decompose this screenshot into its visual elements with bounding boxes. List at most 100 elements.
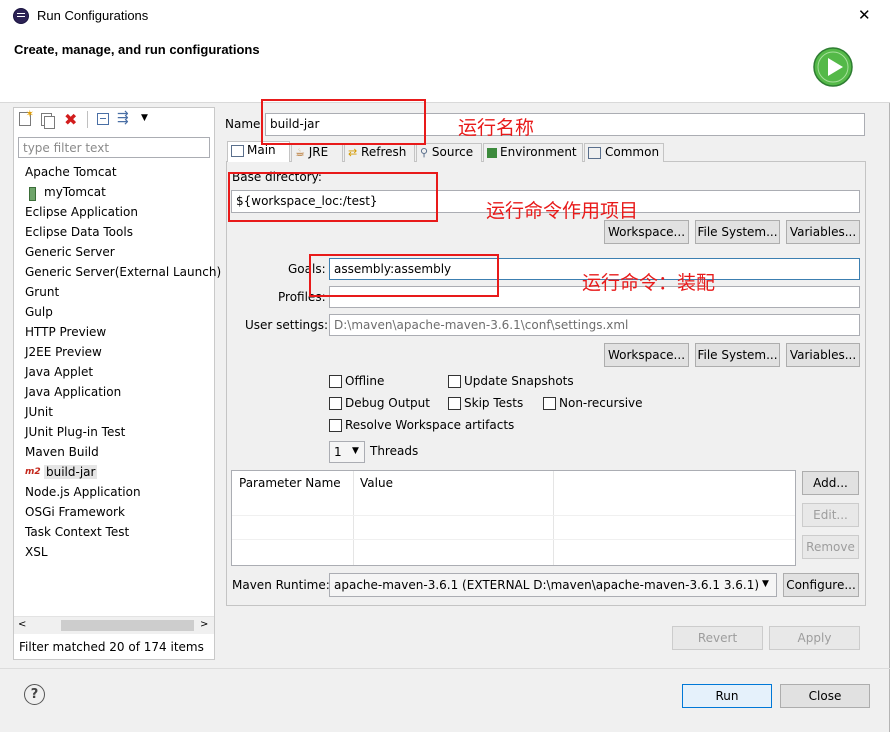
- chevron-down-icon: ▼: [352, 446, 359, 456]
- user-settings-input[interactable]: D:\maven\apache-maven-3.6.1\conf\setting…: [329, 314, 860, 336]
- filesystem-button-2[interactable]: File System...: [695, 343, 780, 367]
- tab-refresh[interactable]: ⇄ Refresh: [344, 143, 415, 162]
- debug-output-checkbox[interactable]: [329, 397, 342, 410]
- debug-output-label[interactable]: Debug Output: [345, 396, 430, 410]
- tab-environment-label: Environment: [500, 145, 577, 159]
- offline-label[interactable]: Offline: [345, 374, 384, 388]
- sidebar-item-label: J2EE Preview: [25, 345, 102, 359]
- chevron-down-icon[interactable]: ▼: [141, 113, 148, 123]
- scroll-left-icon[interactable]: <: [18, 619, 26, 630]
- delete-icon[interactable]: ✖: [64, 110, 77, 129]
- name-label: Name: [225, 117, 261, 131]
- apply-button[interactable]: Apply: [769, 626, 860, 650]
- toolbar-divider: [87, 111, 88, 128]
- sidebar-item-grunt[interactable]: Grunt: [25, 285, 59, 299]
- footer-separator: [0, 668, 890, 669]
- annotation-box-goals: [309, 254, 499, 297]
- annotation-base-dir-text: 运行命令作用项目: [486, 200, 639, 222]
- sidebar-item-eclipse-data-tools[interactable]: Eclipse Data Tools: [25, 225, 133, 239]
- run-icon: [812, 46, 854, 91]
- runtime-label: Maven Runtime:: [232, 578, 330, 592]
- annotation-box-name: [261, 99, 426, 145]
- runtime-select[interactable]: apache-maven-3.6.1 (EXTERNAL D:\maven\ap…: [329, 573, 777, 597]
- help-icon[interactable]: ?: [24, 684, 45, 705]
- update-snapshots-checkbox[interactable]: [448, 375, 461, 388]
- sidebar-item-mytomcat[interactable]: myTomcat: [29, 185, 106, 201]
- sidebar-item-label: Apache Tomcat: [25, 165, 117, 179]
- sidebar-item-label: Generic Server: [25, 245, 115, 259]
- common-tab-icon: [588, 146, 601, 159]
- sidebar-item-osgi-framework[interactable]: OSGi Framework: [25, 505, 125, 519]
- sidebar-item-generic-server-external-launch[interactable]: Generic Server(External Launch): [25, 265, 221, 279]
- run-button[interactable]: Run: [682, 684, 772, 708]
- sidebar-item-node-js-application[interactable]: Node.js Application: [25, 485, 141, 499]
- param-value-header[interactable]: Value: [360, 476, 393, 490]
- sidebar-item-junit-plug-in-test[interactable]: JUnit Plug-in Test: [25, 425, 125, 439]
- sidebar-item-j2ee-preview[interactable]: J2EE Preview: [25, 345, 102, 359]
- sidebar-item-xsl[interactable]: XSL: [25, 545, 48, 559]
- sidebar-item-label: Eclipse Data Tools: [25, 225, 133, 239]
- threads-select[interactable]: 1 ▼: [329, 441, 365, 463]
- sidebar-item-java-application[interactable]: Java Application: [25, 385, 121, 399]
- tab-refresh-label: Refresh: [361, 145, 407, 159]
- param-name-header[interactable]: Parameter Name: [239, 476, 341, 490]
- sidebar-item-label: XSL: [25, 545, 48, 559]
- sidebar-item-task-context-test[interactable]: Task Context Test: [25, 525, 129, 539]
- tab-jre[interactable]: ☕ JRE: [291, 143, 343, 162]
- revert-button[interactable]: Revert: [672, 626, 763, 650]
- sidebar-item-label: myTomcat: [44, 185, 106, 199]
- variables-button-1[interactable]: Variables...: [786, 220, 860, 244]
- sidebar-item-label: HTTP Preview: [25, 325, 107, 339]
- remove-button[interactable]: Remove: [802, 535, 859, 559]
- dialog-header: Create, manage, and run configurations: [0, 32, 890, 103]
- sidebar-hscrollbar[interactable]: < >: [14, 616, 214, 634]
- skip-tests-checkbox[interactable]: [448, 397, 461, 410]
- duplicate-config-icon[interactable]: [41, 113, 55, 129]
- sidebar-item-label: Maven Build: [25, 445, 99, 459]
- resolve-workspace-checkbox[interactable]: [329, 419, 342, 432]
- sidebar-item-gulp[interactable]: Gulp: [25, 305, 53, 319]
- sidebar-item-junit[interactable]: JUnit: [25, 405, 53, 419]
- sidebar-item-maven-build[interactable]: Maven Build: [25, 445, 99, 459]
- col-divider-1: [353, 471, 354, 565]
- tab-environment[interactable]: Environment: [483, 143, 583, 162]
- non-recursive-label[interactable]: Non-recursive: [559, 396, 643, 410]
- annotation-box-base-dir: [228, 172, 438, 222]
- scrollbar-thumb[interactable]: [61, 620, 194, 631]
- filter-status: Filter matched 20 of 174 items: [19, 640, 204, 654]
- user-settings-label: User settings:: [245, 318, 329, 332]
- runtime-value: apache-maven-3.6.1 (EXTERNAL D:\maven\ap…: [334, 578, 760, 592]
- close-button[interactable]: Close: [780, 684, 870, 708]
- workspace-button-2[interactable]: Workspace...: [604, 343, 689, 367]
- sidebar-item-eclipse-application[interactable]: Eclipse Application: [25, 205, 138, 219]
- new-config-icon[interactable]: ✶: [19, 109, 34, 126]
- offline-checkbox[interactable]: [329, 375, 342, 388]
- tab-source-label: Source: [431, 145, 474, 159]
- non-recursive-checkbox[interactable]: [543, 397, 556, 410]
- sidebar-item-build-jar[interactable]: m2 build-jar: [25, 465, 98, 479]
- variables-button-2[interactable]: Variables...: [786, 343, 860, 367]
- close-icon[interactable]: ✕: [858, 6, 871, 24]
- resolve-workspace-label[interactable]: Resolve Workspace artifacts: [345, 418, 514, 432]
- collapse-all-icon[interactable]: [97, 113, 109, 125]
- add-button[interactable]: Add...: [802, 471, 859, 495]
- parameter-table[interactable]: Parameter Name Value: [231, 470, 796, 566]
- filesystem-button-1[interactable]: File System...: [695, 220, 780, 244]
- sidebar-item-apache-tomcat[interactable]: Apache Tomcat: [25, 165, 117, 179]
- header-title: Create, manage, and run configurations: [14, 42, 260, 57]
- scroll-right-icon[interactable]: >: [200, 619, 208, 630]
- edit-button[interactable]: Edit...: [802, 503, 859, 527]
- configure-button[interactable]: Configure...: [783, 573, 859, 597]
- sidebar-item-http-preview[interactable]: HTTP Preview: [25, 325, 106, 339]
- tab-common[interactable]: Common: [584, 143, 664, 162]
- update-snapshots-label[interactable]: Update Snapshots: [464, 374, 574, 388]
- sidebar-item-java-applet[interactable]: Java Applet: [25, 365, 93, 379]
- sidebar-item-label: Gulp: [25, 305, 53, 319]
- tab-source[interactable]: ⚲ Source: [416, 143, 482, 162]
- skip-tests-label[interactable]: Skip Tests: [464, 396, 523, 410]
- workspace-button-1[interactable]: Workspace...: [604, 220, 689, 244]
- filter-input[interactable]: type filter text: [18, 137, 210, 158]
- sidebar-item-generic-server[interactable]: Generic Server: [25, 245, 115, 259]
- annotation-name-text: 运行名称: [458, 117, 535, 139]
- filter-icon[interactable]: ⇶: [117, 110, 129, 126]
